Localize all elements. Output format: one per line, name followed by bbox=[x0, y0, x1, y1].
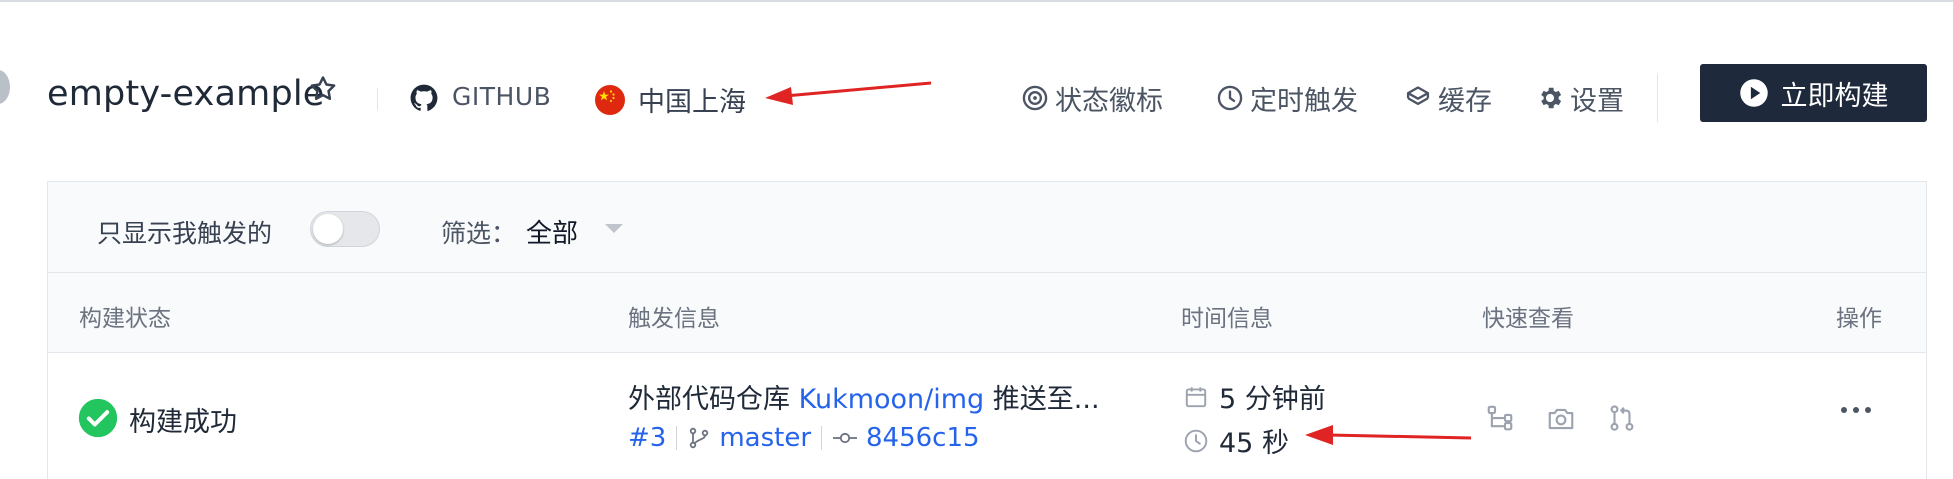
pull-request-icon[interactable] bbox=[1607, 403, 1637, 437]
pipeline-icon[interactable] bbox=[1485, 403, 1515, 437]
filter-select[interactable]: 全部 bbox=[526, 213, 578, 250]
trigger-prefix: 外部代码仓库 bbox=[628, 384, 790, 415]
layers-icon bbox=[1406, 86, 1430, 106]
settings-label: 设置 bbox=[1570, 85, 1624, 117]
repo-link[interactable]: Kukmoon/img bbox=[799, 384, 985, 415]
column-header-trigger: 触发信息 bbox=[628, 306, 720, 332]
trigger-meta: #3 master 8456c15 bbox=[628, 423, 980, 453]
schedule-button[interactable]: 定时触发 bbox=[1216, 78, 1358, 118]
github-icon bbox=[410, 84, 438, 116]
column-header-status: 构建状态 bbox=[79, 306, 171, 332]
build-now-button[interactable]: 立即构建 bbox=[1700, 64, 1927, 122]
table-row[interactable]: 构建成功 外部代码仓库 Kukmoon/img 推送至... #3 master… bbox=[48, 353, 1926, 479]
filter-key: 筛选： bbox=[441, 219, 517, 248]
build-now-label: 立即构建 bbox=[1780, 80, 1889, 112]
only-mine-toggle[interactable] bbox=[310, 211, 380, 247]
column-header-time: 时间信息 bbox=[1181, 306, 1273, 332]
clock-icon bbox=[1184, 429, 1208, 452]
time-ago-text: 5 分钟前 bbox=[1219, 384, 1326, 415]
settings-button[interactable]: 设置 bbox=[1536, 78, 1624, 118]
project-title: empty-example bbox=[47, 74, 325, 114]
cache-button[interactable]: 缓存 bbox=[1404, 78, 1492, 118]
annotation-arrow bbox=[1303, 423, 1473, 455]
header-divider bbox=[377, 88, 378, 110]
duration: 45 秒 bbox=[1183, 421, 1289, 460]
filter-bar: 只显示我触发的 筛选： 全部 bbox=[48, 182, 1926, 273]
trigger-info: 外部代码仓库 Kukmoon/img 推送至... bbox=[628, 377, 1100, 416]
chevron-down-icon[interactable] bbox=[605, 224, 623, 233]
clock-icon bbox=[1217, 85, 1243, 111]
only-mine-label: 只显示我触发的 bbox=[97, 219, 273, 248]
duration-text: 45 秒 bbox=[1219, 428, 1289, 459]
check-circle-icon bbox=[78, 398, 118, 442]
commit-icon bbox=[833, 432, 858, 444]
table-header: 构建状态 触发信息 时间信息 快速查看 操作 bbox=[48, 273, 1926, 353]
header-divider bbox=[1657, 74, 1658, 122]
source-label[interactable]: GITHUB bbox=[452, 82, 551, 111]
more-icon[interactable] bbox=[1841, 407, 1871, 413]
camera-icon[interactable] bbox=[1546, 403, 1576, 437]
china-flag-icon bbox=[594, 84, 626, 120]
calendar-icon bbox=[1185, 386, 1207, 407]
gear-icon bbox=[1541, 87, 1562, 109]
badge-label: 状态徽标 bbox=[1055, 85, 1163, 117]
commit-link[interactable]: 8456c15 bbox=[866, 423, 980, 453]
region-label: 中国上海 bbox=[638, 87, 746, 118]
branch-link[interactable]: master bbox=[719, 423, 811, 453]
build-number-link[interactable]: #3 bbox=[628, 423, 666, 453]
time-ago: 5 分钟前 bbox=[1183, 377, 1326, 416]
top-divider bbox=[0, 0, 1953, 3]
build-status: 构建成功 bbox=[129, 407, 237, 438]
badge-icon bbox=[1022, 85, 1048, 111]
cache-label: 缓存 bbox=[1438, 85, 1492, 117]
star-icon[interactable] bbox=[308, 74, 338, 108]
separator bbox=[821, 426, 823, 450]
badge-button[interactable]: 状态徽标 bbox=[1021, 78, 1163, 118]
toggle-knob bbox=[313, 214, 343, 244]
trigger-suffix: 推送至... bbox=[992, 384, 1100, 415]
schedule-label: 定时触发 bbox=[1250, 85, 1358, 117]
annotation-arrow bbox=[763, 80, 933, 114]
column-header-actions: 操作 bbox=[1836, 306, 1882, 332]
column-header-quick-view: 快速查看 bbox=[1482, 306, 1574, 332]
play-icon bbox=[1739, 79, 1768, 107]
project-header: empty-example GITHUB 中国上海 状态徽标 定时触发 缓存 设… bbox=[0, 60, 1953, 130]
branch-icon bbox=[690, 427, 709, 449]
build-list-panel: 只显示我触发的 筛选： 全部 构建状态 触发信息 时间信息 快速查看 操作 构建… bbox=[47, 181, 1927, 479]
separator bbox=[676, 426, 678, 450]
